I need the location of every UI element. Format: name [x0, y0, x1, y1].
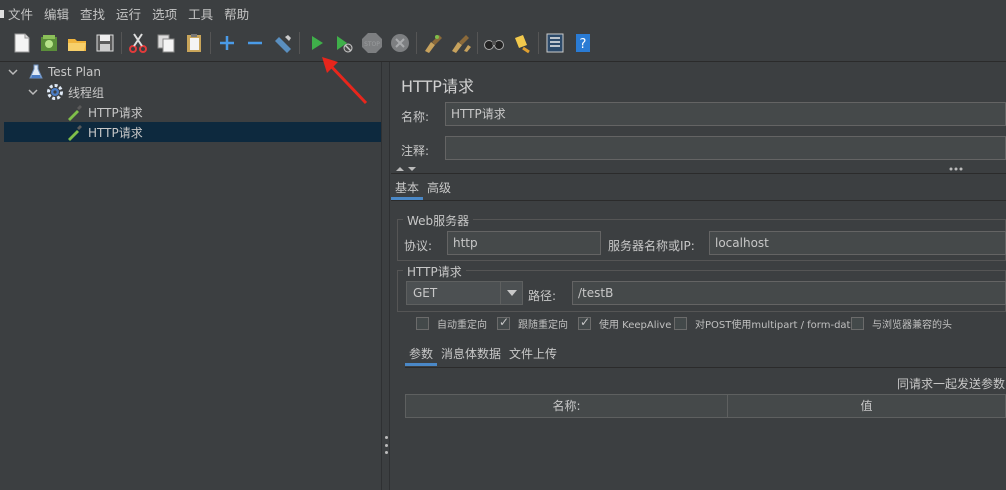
chevron-down-icon[interactable] — [6, 65, 20, 79]
column-header-value[interactable]: 值 — [728, 395, 1005, 417]
pipette-icon — [68, 105, 82, 121]
toggle-icon[interactable] — [271, 31, 295, 55]
method-select[interactable]: GET — [406, 281, 523, 305]
menu-bar: 文件 编辑 查找 运行 选项 工具 帮助 — [0, 0, 1006, 26]
svg-text:STOP: STOP — [364, 41, 380, 48]
checkbox-keepalive[interactable]: 使用 KeepAlive — [578, 315, 672, 331]
start-icon[interactable] — [304, 31, 328, 55]
http-request-panel: HTTP请求 名称: HTTP请求 注释: 基本 高级 Web服务器 协议: h… — [391, 62, 1006, 490]
toolbar: STOP ? — [0, 26, 1006, 62]
new-icon[interactable] — [10, 31, 34, 55]
checkbox-label: 使用 KeepAlive — [599, 320, 672, 331]
checkbox-box[interactable] — [416, 317, 429, 330]
menu-help[interactable]: 帮助 — [224, 4, 249, 23]
tree-item-label: Test Plan — [48, 65, 101, 79]
checkbox-follow-redirects[interactable]: 跟随重定向 — [497, 315, 568, 331]
reset-search-icon[interactable] — [510, 31, 534, 55]
parameter-tabs: 参数 消息体数据 文件上传 — [405, 344, 561, 366]
checkbox-label: 与浏览器兼容的头 — [872, 320, 952, 331]
open-icon[interactable] — [65, 31, 89, 55]
checkbox-label: 跟随重定向 — [518, 320, 568, 331]
tab-body-data[interactable]: 消息体数据 — [437, 344, 505, 366]
checkbox-label: 自动重定向 — [437, 320, 487, 331]
tree-item-label: HTTP请求 — [88, 125, 143, 140]
checkbox-label: 对POST使用multipart / form-data — [695, 320, 857, 331]
stop-icon[interactable]: STOP — [360, 31, 384, 55]
test-plan-tree: Test Plan 线程组 HTTP请求 HTTP请求 — [4, 62, 381, 490]
checkbox-box[interactable] — [497, 315, 510, 330]
save-icon[interactable] — [93, 31, 117, 55]
path-label: 路径: — [528, 289, 557, 303]
tab-advanced[interactable]: 高级 — [423, 178, 455, 200]
collapse-bar[interactable] — [391, 164, 1006, 174]
clear-icon[interactable] — [421, 31, 445, 55]
tab-basic[interactable]: 基本 — [391, 178, 424, 200]
more-icon[interactable] — [949, 167, 963, 171]
web-server-title: Web服务器 — [403, 212, 474, 229]
menu-search[interactable]: 查找 — [80, 4, 105, 23]
templates-icon[interactable] — [37, 31, 61, 55]
http-request-title: HTTP请求 — [403, 263, 466, 280]
comment-field[interactable] — [445, 136, 1006, 160]
menu-run[interactable]: 运行 — [116, 4, 141, 23]
name-label: 名称: — [401, 110, 430, 124]
help-icon[interactable]: ? — [571, 31, 595, 55]
tab-parameters[interactable]: 参数 — [405, 344, 438, 366]
menu-edit[interactable]: 编辑 — [44, 4, 69, 23]
drag-handle-icon[interactable] — [384, 436, 388, 454]
comment-label: 注释: — [401, 144, 430, 158]
expand-icon[interactable] — [215, 31, 239, 55]
flask-icon — [29, 64, 43, 79]
tree-item-label: HTTP请求 — [88, 105, 143, 120]
path-field[interactable]: /testB — [572, 281, 1006, 305]
shutdown-icon[interactable] — [388, 31, 412, 55]
page-title: HTTP请求 — [401, 77, 474, 96]
clear-all-icon[interactable] — [449, 31, 473, 55]
split-pane-divider[interactable] — [381, 62, 390, 490]
tab-file-upload[interactable]: 文件上传 — [505, 344, 561, 366]
menu-file[interactable]: 文件 — [8, 4, 33, 23]
protocol-label: 协议: — [404, 239, 433, 253]
checkbox-multipart[interactable]: 对POST使用multipart / form-data — [674, 316, 857, 331]
search-icon[interactable] — [482, 31, 506, 55]
main-tabs: 基本 高级 — [391, 178, 455, 200]
cut-icon[interactable] — [126, 31, 150, 55]
checkbox-box[interactable] — [851, 317, 864, 330]
menu-options[interactable]: 选项 — [152, 4, 177, 23]
name-field[interactable]: HTTP请求 — [445, 102, 1006, 126]
start-no-pauses-icon[interactable] — [331, 31, 355, 55]
annotation-arrow-icon — [322, 57, 368, 105]
pipette-icon — [68, 125, 82, 141]
server-label: 服务器名称或IP: — [608, 239, 695, 253]
checkbox-browser-headers[interactable]: 与浏览器兼容的头 — [851, 316, 952, 331]
send-params-label: 同请求一起发送参数: — [897, 377, 1006, 391]
chevron-down-icon[interactable] — [500, 282, 522, 304]
paste-icon[interactable] — [182, 31, 206, 55]
svg-text:?: ? — [580, 37, 587, 52]
protocol-field[interactable]: http — [447, 231, 601, 255]
copy-icon[interactable] — [154, 31, 178, 55]
window-edge — [0, 10, 4, 18]
chevron-down-icon[interactable] — [26, 85, 40, 99]
method-value: GET — [413, 286, 438, 300]
parameters-table-header: 名称: 值 — [405, 394, 1006, 418]
collapse-icon[interactable] — [243, 31, 267, 55]
collapse-arrows-icon[interactable] — [395, 165, 419, 173]
checkbox-box[interactable] — [674, 317, 687, 330]
column-header-name[interactable]: 名称: — [406, 395, 728, 417]
checkbox-auto-redirect[interactable]: 自动重定向 — [416, 316, 487, 331]
server-field[interactable]: localhost — [709, 231, 1006, 255]
menu-tools[interactable]: 工具 — [188, 4, 213, 23]
gear-icon — [47, 84, 63, 100]
tree-item-label: 线程组 — [68, 85, 105, 100]
checkbox-box[interactable] — [578, 315, 591, 330]
tree-item-http-request-selected[interactable]: HTTP请求 — [4, 122, 381, 142]
function-helper-icon[interactable] — [543, 31, 567, 55]
